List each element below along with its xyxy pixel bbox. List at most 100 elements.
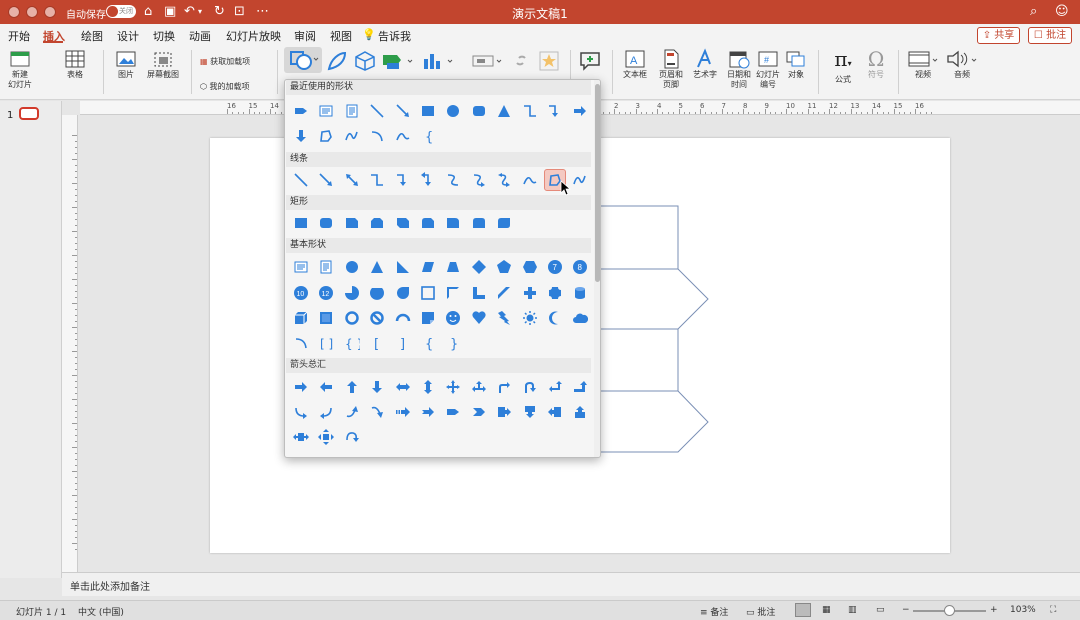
minimize-window-button[interactable] [26,6,38,18]
tab-review[interactable]: 审阅 [294,28,316,44]
trapezoid-icon[interactable] [442,256,464,278]
snip-single-corner-icon[interactable] [341,212,363,234]
slide-thumbnail[interactable] [19,107,39,120]
picture-button[interactable]: 图片 [110,48,142,80]
new-comment-button[interactable] [578,49,604,73]
rounded-rectangle-icon[interactable] [315,212,337,234]
vertical-text-box-icon[interactable] [315,256,337,278]
teardrop-icon[interactable] [392,282,414,304]
save-icon[interactable]: ▣ [164,4,176,20]
redo-icon[interactable]: ↻ [214,4,225,20]
text-box-icon[interactable] [290,256,312,278]
rounded-rectangle-icon[interactable] [468,100,490,122]
slide-pentagon-shape[interactable] [590,390,709,453]
datetime-button[interactable]: 日期和 时间 [724,48,754,90]
table-button[interactable]: 表格 [58,48,92,80]
scribble-icon[interactable] [569,169,591,191]
pentagon-arrow-icon[interactable] [290,100,312,122]
up-arrow-icon[interactable] [341,376,363,398]
elbow-connector-icon[interactable] [366,169,388,191]
curved-arrow-connector-icon[interactable] [468,169,490,191]
freeform-icon[interactable] [315,125,337,147]
3d-models-button[interactable] [353,49,377,73]
chevron-icon[interactable] [468,401,490,423]
octagon-icon[interactable]: 8 [569,256,591,278]
left-arrow-icon[interactable] [315,376,337,398]
folded-corner-icon[interactable] [417,307,439,329]
pie-icon[interactable] [341,282,363,304]
share-button[interactable]: ⇪ 共享 [977,27,1020,44]
wordart-button[interactable]: 艺术字 [690,48,720,80]
can-icon[interactable] [569,282,591,304]
new-slide-button[interactable]: 新建 幻灯片 [5,48,35,90]
textbox-button[interactable]: A 文本框 [620,48,650,80]
get-addins-button[interactable]: ▦ 获取加载项 [200,56,250,67]
cross-icon[interactable] [519,282,541,304]
slide-pentagon-shape[interactable] [590,268,709,330]
arc-icon[interactable] [366,125,388,147]
normal-view-button[interactable] [795,603,811,617]
header-footer-button[interactable]: 页眉和 页脚 [655,48,687,90]
left-bracket-icon[interactable]: [ [366,332,388,354]
shapes-button[interactable] [284,47,322,73]
left-brace-icon[interactable]: { [417,332,439,354]
undo-dropdown-icon[interactable]: ▾ [198,4,202,20]
l-shape-icon[interactable] [468,282,490,304]
heart-icon[interactable] [468,307,490,329]
zoom-window-button[interactable] [44,6,56,18]
pentagon-icon[interactable] [493,256,515,278]
left-right-arrow-callout-icon[interactable] [290,426,312,448]
lightning-icon[interactable] [493,307,515,329]
round-single-corner-icon[interactable] [442,212,464,234]
tab-home[interactable]: 开始 [8,28,30,44]
close-window-button[interactable] [8,6,20,18]
home-icon[interactable]: ⌂ [144,4,152,20]
search-icon[interactable]: ⌕ [1030,4,1037,20]
video-button[interactable]: 视频 [905,48,941,80]
diamond-icon[interactable] [468,256,490,278]
screenshot-button[interactable]: 屏幕截图 [144,48,182,80]
zoom-slider-knob[interactable] [944,605,955,616]
tab-draw[interactable]: 绘图 [81,28,103,44]
audio-button[interactable]: 音频 [944,48,980,80]
tab-design[interactable]: 设计 [117,28,139,44]
zoom-level[interactable]: 103% [1010,605,1036,615]
frame-icon[interactable] [417,282,439,304]
rectangle-icon[interactable] [290,212,312,234]
scrollbar-thumb[interactable] [595,84,600,282]
rectangle-icon[interactable] [417,100,439,122]
notched-right-arrow-icon[interactable] [417,401,439,423]
striped-right-arrow-icon[interactable] [392,401,414,423]
bent-up-arrow-icon[interactable] [569,376,591,398]
left-brace-icon[interactable]: { [417,125,439,147]
action-button[interactable] [470,49,506,73]
icons-button[interactable] [325,49,349,73]
curved-double-arrow-icon[interactable] [493,169,515,191]
symbol-button[interactable]: Ω 符号 [862,48,890,80]
elbow-connector-icon[interactable] [519,100,541,122]
snip-round-single-icon[interactable] [417,212,439,234]
triangle-icon[interactable] [493,100,515,122]
curved-connector-icon[interactable] [442,169,464,191]
elbow-arrow-connector-icon[interactable] [392,169,414,191]
vertical-text-box-icon[interactable] [341,100,363,122]
hexagon-icon[interactable] [519,256,541,278]
elbow-arrow-connector-icon[interactable] [544,100,566,122]
down-arrow-icon[interactable] [366,376,388,398]
line-icon[interactable] [366,100,388,122]
curve-icon[interactable] [392,125,414,147]
slide-sorter-icon[interactable]: ▦ [822,605,831,615]
right-arrow-callout-icon[interactable] [493,401,515,423]
up-down-arrow-icon[interactable] [417,376,439,398]
sun-icon[interactable] [519,307,541,329]
line-icon[interactable] [290,169,312,191]
my-addins-button[interactable]: ⬡ 我的加载项 [200,81,250,92]
arrow-line-icon[interactable] [392,100,414,122]
chart-button[interactable] [420,49,456,73]
comments-toggle[interactable]: ▭ 批注 [746,605,775,618]
heptagon-icon[interactable]: 7 [544,256,566,278]
double-brace-icon[interactable]: { } [341,332,363,354]
oval-icon[interactable] [442,100,464,122]
smiley-icon[interactable] [442,307,464,329]
quad-arrow-callout-icon[interactable] [315,426,337,448]
